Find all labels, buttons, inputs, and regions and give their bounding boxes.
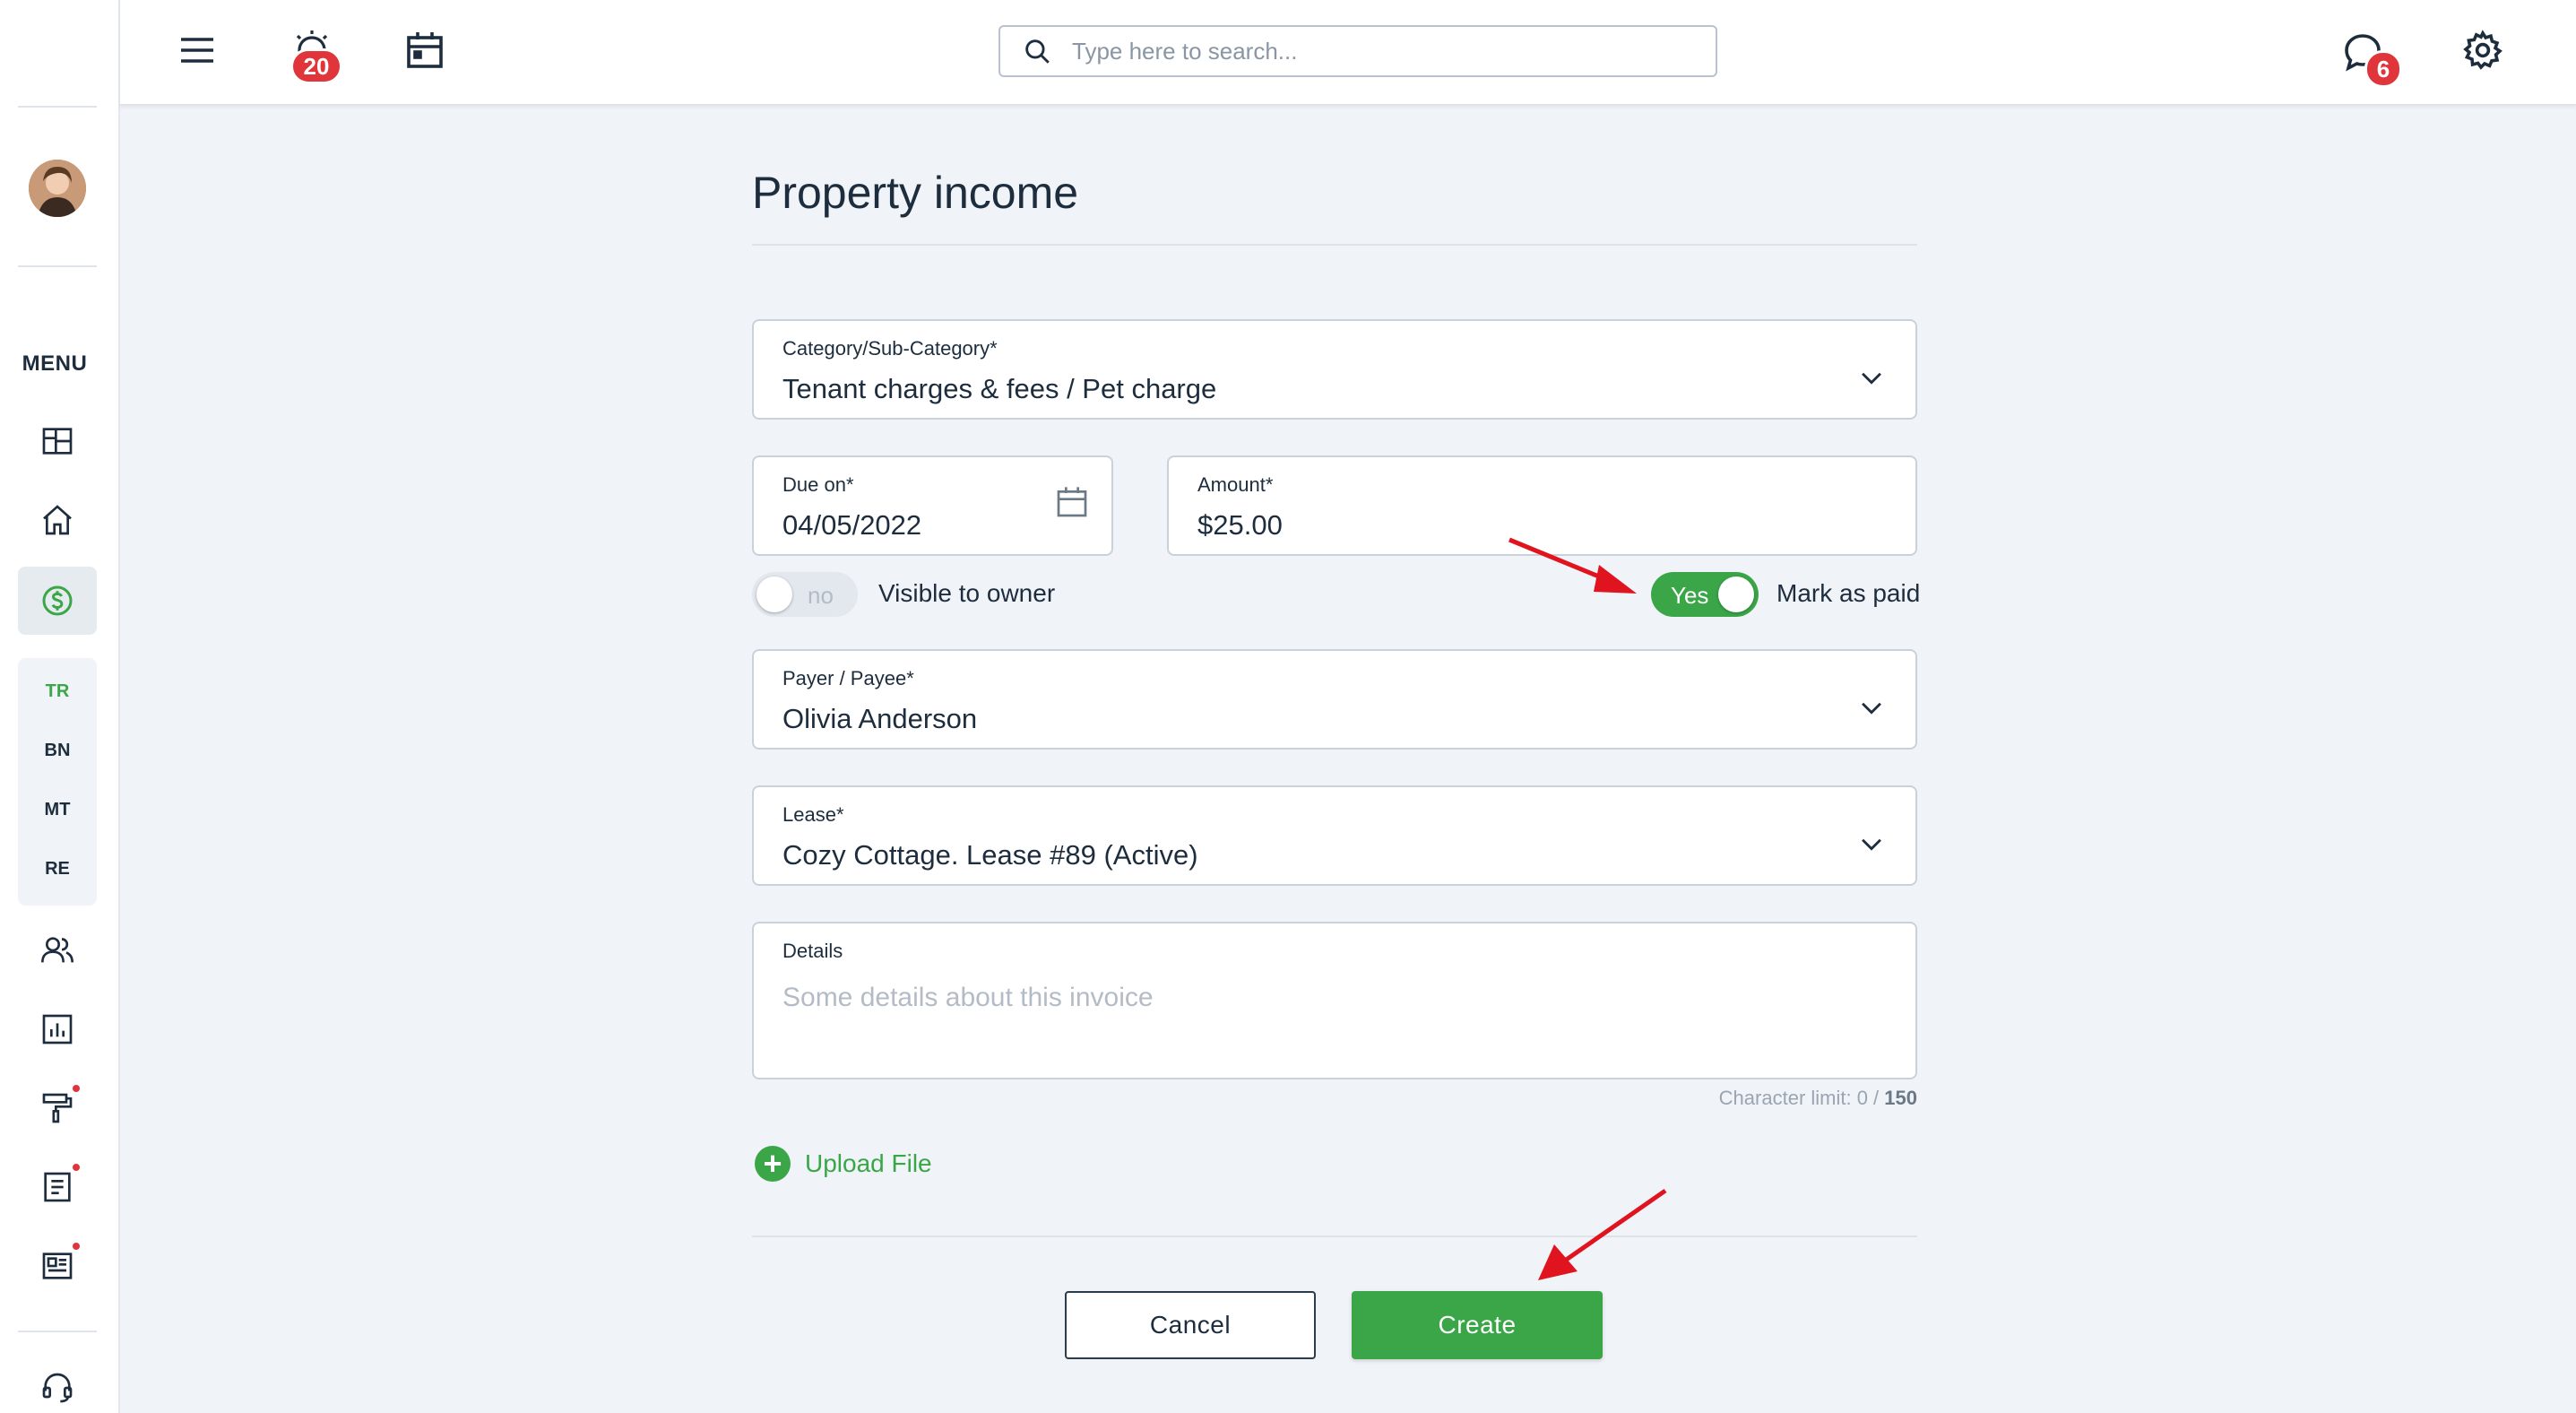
notification-dot	[71, 1241, 82, 1252]
lease-select[interactable]: Lease* Cozy Cottage. Lease #89 (Active)	[752, 785, 1917, 886]
sidebar-divider	[18, 1331, 97, 1332]
create-button[interactable]: Create	[1352, 1291, 1603, 1359]
amount-value: $25.00	[1197, 509, 1283, 541]
chevron-down-icon	[1862, 702, 1881, 715]
hamburger-menu-icon[interactable]	[169, 22, 226, 79]
payer-value: Olivia Anderson	[782, 703, 978, 734]
mark-as-paid-label: Mark as paid	[1776, 579, 1921, 607]
plus-icon: +	[755, 1146, 791, 1182]
lease-value: Cozy Cottage. Lease #89 (Active)	[782, 839, 1198, 871]
visible-to-owner-label: Visible to owner	[878, 579, 1056, 607]
category-select[interactable]: Category/Sub-Category* Tenant charges & …	[752, 319, 1917, 420]
upload-file-button[interactable]: + Upload File	[755, 1146, 932, 1182]
menu-label: MENU	[22, 351, 88, 376]
avatar[interactable]	[29, 160, 86, 217]
top-header: 20 6	[120, 0, 2576, 106]
dashboard-icon[interactable]	[30, 414, 84, 468]
title-divider	[752, 244, 1917, 246]
messages-badge: 6	[2364, 50, 2402, 88]
sidebar-divider	[18, 106, 97, 108]
people-icon[interactable]	[30, 923, 84, 977]
footer-divider	[752, 1235, 1917, 1237]
upload-file-label: Upload File	[805, 1149, 932, 1177]
alerts-badge: 20	[290, 48, 342, 84]
sidebar-item-mt[interactable]: MT	[18, 800, 97, 820]
notification-dot	[71, 1162, 82, 1173]
character-limit: Character limit: 0 / 150	[1718, 1087, 1917, 1109]
calendar-icon[interactable]	[396, 22, 454, 79]
chevron-down-icon	[1862, 838, 1881, 851]
search-box[interactable]	[998, 25, 1717, 77]
due-on-field[interactable]: Due on* 04/05/2022	[752, 455, 1113, 556]
toggle-text: Yes	[1671, 582, 1709, 609]
toggle-knob	[1718, 576, 1754, 612]
annotation-arrow	[1508, 537, 1637, 594]
annotation-arrow	[1538, 1188, 1667, 1280]
category-label: Category/Sub-Category*	[782, 337, 998, 360]
notification-dot	[71, 1083, 82, 1094]
toggle-text: no	[808, 582, 834, 609]
payer-select[interactable]: Payer / Payee* Olivia Anderson	[752, 649, 1917, 750]
sidebar-item-bn[interactable]: BN	[18, 741, 97, 761]
amount-label: Amount*	[1197, 473, 1274, 496]
calendar-icon[interactable]	[1054, 484, 1090, 520]
details-textarea[interactable]: Details Some details about this invoice	[752, 922, 1917, 1079]
details-label: Details	[782, 940, 843, 962]
payer-label: Payer / Payee*	[782, 667, 914, 689]
due-on-value: 04/05/2022	[782, 509, 922, 541]
search-icon	[1025, 39, 1050, 64]
search-input[interactable]	[1072, 37, 1681, 65]
mark-as-paid-toggle[interactable]: Yes	[1651, 572, 1759, 617]
cancel-button[interactable]: Cancel	[1065, 1291, 1316, 1359]
lease-label: Lease*	[782, 803, 844, 826]
chevron-down-icon	[1862, 372, 1881, 385]
sidebar: MENU TR BN MT RE	[0, 0, 120, 1413]
money-icon[interactable]	[30, 574, 84, 628]
gear-icon[interactable]	[2454, 22, 2511, 79]
details-placeholder: Some details about this invoice	[782, 983, 1154, 1012]
home-icon[interactable]	[30, 493, 84, 547]
sidebar-item-tr[interactable]: TR	[18, 681, 97, 702]
support-headset-icon[interactable]	[30, 1361, 84, 1413]
toggle-knob	[756, 576, 792, 612]
reports-icon[interactable]	[30, 1002, 84, 1056]
page-title: Property income	[752, 168, 1079, 218]
category-value: Tenant charges & fees / Pet charge	[782, 373, 1217, 404]
visible-to-owner-toggle[interactable]: no	[752, 572, 858, 617]
sidebar-item-re[interactable]: RE	[18, 859, 97, 880]
sidebar-divider	[18, 265, 97, 267]
due-on-label: Due on*	[782, 473, 854, 496]
